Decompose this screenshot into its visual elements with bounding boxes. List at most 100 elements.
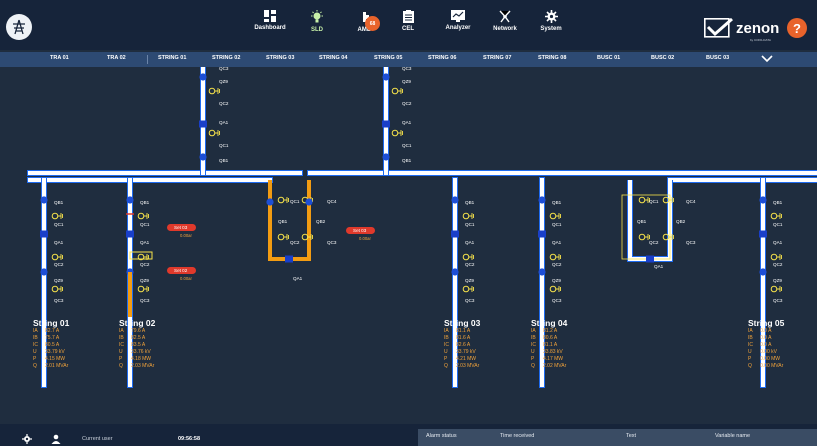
- nav-dashboard[interactable]: Dashboard: [248, 10, 292, 46]
- user-icon[interactable]: [51, 434, 61, 444]
- string-01-earth-switch-3[interactable]: [51, 285, 59, 293]
- nav-aml[interactable]: 68 AML: [342, 10, 386, 46]
- string-01-earth-switch-1[interactable]: [51, 212, 59, 220]
- nav-network[interactable]: Network: [483, 10, 527, 46]
- string-02-ic: 83.5 A: [131, 342, 146, 348]
- measure-label: P: [748, 356, 752, 362]
- string-05-earth-switch-2[interactable]: [770, 253, 778, 261]
- feeder-2-earth-switch-lower[interactable]: [391, 129, 399, 137]
- feeder-1-node-top[interactable]: [199, 73, 207, 81]
- nav-system[interactable]: System: [529, 10, 573, 46]
- bus-coupler-1-earth-switch-qc3[interactable]: [301, 233, 309, 241]
- measure-label: P: [444, 356, 448, 362]
- bus-coupler-1-node-right[interactable]: [305, 198, 313, 206]
- string-01-p: 4.15 MW: [45, 356, 66, 362]
- feeder-2-earth-switch-upper[interactable]: [391, 87, 399, 95]
- string-04-p: 4.17 MW: [543, 356, 564, 362]
- tab-string-04[interactable]: STRING 04: [319, 55, 347, 61]
- string-03-earth-switch-2[interactable]: [462, 253, 470, 261]
- column-variable-name[interactable]: Variable name: [715, 433, 750, 439]
- feeder-2-node-bottom[interactable]: [382, 153, 390, 161]
- tab-busc-03[interactable]: BUSC 03: [706, 55, 729, 61]
- tab-string-03[interactable]: STRING 03: [266, 55, 294, 61]
- feeder-1-node-bottom[interactable]: [199, 153, 207, 161]
- bus-coupler-2-earth-switch-qc1[interactable]: [638, 196, 646, 204]
- column-time-received[interactable]: Time received: [500, 433, 534, 439]
- nav-analyzer[interactable]: Analyzer: [436, 10, 480, 46]
- tab-string-05[interactable]: STRING 05: [374, 55, 402, 61]
- feeder-1-earth-switch-upper[interactable]: [208, 87, 216, 95]
- tab-string-07[interactable]: STRING 07: [483, 55, 511, 61]
- feeder-1-earth-switch-lower[interactable]: [208, 129, 216, 137]
- substation-logo-icon[interactable]: [6, 14, 32, 40]
- string-01-earth-switch-2[interactable]: [51, 253, 59, 261]
- string-03-node-middle[interactable]: [451, 268, 459, 276]
- tab-busc-01[interactable]: BUSC 01: [597, 55, 620, 61]
- string-03-earth-switch-3[interactable]: [462, 285, 470, 293]
- bus-coupler-2-earth-switch-qc2[interactable]: [638, 233, 646, 241]
- string-04-circuit-breaker[interactable]: [538, 230, 546, 238]
- feeder-2-label-qc2: QC2: [402, 101, 412, 106]
- string-01-ia: 82.7 A: [45, 328, 60, 334]
- chevron-down-icon[interactable]: [760, 53, 774, 65]
- tab-string-08[interactable]: STRING 08: [538, 55, 566, 61]
- column-text[interactable]: Text: [626, 433, 636, 439]
- feeder-2-circuit-breaker[interactable]: [382, 120, 390, 128]
- string-05-node-top[interactable]: [759, 196, 767, 204]
- measure-label: P: [119, 356, 123, 362]
- bus-coupler-1-circuit-breaker[interactable]: [285, 255, 293, 263]
- string-05-q: 0.00 MVAr: [760, 363, 784, 369]
- measure-label: IA: [531, 328, 536, 334]
- string-03-earth-switch-1[interactable]: [462, 212, 470, 220]
- string-03-circuit-breaker[interactable]: [451, 230, 459, 238]
- string-05-node-middle[interactable]: [759, 268, 767, 276]
- string-01-circuit-breaker[interactable]: [40, 230, 48, 238]
- measure-label: IB: [33, 335, 38, 341]
- measure-label: Q: [33, 363, 37, 369]
- string-02-ib: 82.5 A: [131, 335, 146, 341]
- bus-coupler-2-circuit-breaker[interactable]: [646, 255, 654, 263]
- string-03-node-top[interactable]: [451, 196, 459, 204]
- feeder-1-circuit-breaker[interactable]: [199, 120, 207, 128]
- measure-label: IC: [531, 342, 536, 348]
- string-04-earth-switch-3[interactable]: [549, 285, 557, 293]
- tab-string-01[interactable]: STRING 01: [158, 55, 186, 61]
- feeder-2-node-top[interactable]: [382, 73, 390, 81]
- tab-string-02[interactable]: STRING 02: [212, 55, 240, 61]
- string-04-node-top[interactable]: [538, 196, 546, 204]
- string-02-circuit-breaker[interactable]: [126, 230, 134, 238]
- nav-cel[interactable]: CEL: [386, 10, 430, 46]
- string-02-node-top[interactable]: [126, 196, 134, 204]
- string-01-node-top[interactable]: [40, 196, 48, 204]
- string-02-earth-switch-1[interactable]: [137, 212, 145, 220]
- tab-tra-02[interactable]: TRA 02: [107, 55, 126, 61]
- nav-sld[interactable]: SLD: [295, 10, 339, 46]
- string-04-earth-switch-2[interactable]: [549, 253, 557, 261]
- string-02-earth-switch-3[interactable]: [137, 285, 145, 293]
- string-05-earth-switch-3[interactable]: [770, 285, 778, 293]
- bus-coupler-1-earth-switch-qc1[interactable]: [277, 196, 285, 204]
- nav-analyzer-label: Analyzer: [445, 25, 471, 31]
- bus-coupler-1-earth-switch-qc2[interactable]: [277, 233, 285, 241]
- string-01-node-middle[interactable]: [40, 268, 48, 276]
- help-icon[interactable]: ?: [787, 18, 807, 38]
- string-03-label-qc2: QC2: [465, 262, 475, 267]
- tab-string-06[interactable]: STRING 06: [428, 55, 456, 61]
- tab-tra-01[interactable]: TRA 01: [50, 55, 69, 61]
- string-05-earth-switch-1[interactable]: [770, 212, 778, 220]
- string-01-label-qa1: QA1: [54, 240, 64, 245]
- string-04-node-middle[interactable]: [538, 268, 546, 276]
- string-01-label-qz9: QZ9: [54, 278, 63, 283]
- bus-coupler-2-label-4: QC2: [649, 240, 659, 245]
- tab-busc-02[interactable]: BUSC 02: [651, 55, 674, 61]
- string-04-ic: 81.1 A: [543, 342, 558, 348]
- gear-icon[interactable]: [22, 434, 32, 444]
- string-02-u: 33.76 kV: [131, 349, 151, 355]
- string-04-earth-switch-1[interactable]: [549, 212, 557, 220]
- measure-label: P: [33, 356, 37, 362]
- bus-coupler-1-node-left[interactable]: [266, 198, 274, 206]
- string-05-circuit-breaker[interactable]: [759, 230, 767, 238]
- string-01-ic: 80.5 A: [45, 342, 60, 348]
- column-alarm-status[interactable]: Alarm status: [426, 433, 457, 439]
- string-02-label-qc1: QC1: [140, 222, 150, 227]
